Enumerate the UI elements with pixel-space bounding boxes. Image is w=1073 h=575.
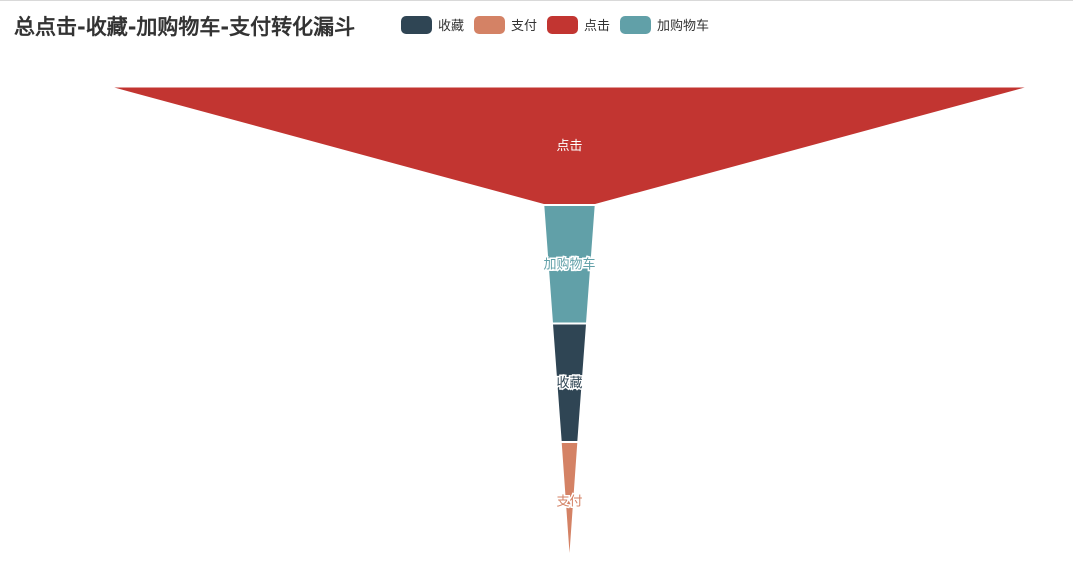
funnel-label-add-to-cart: 加购物车: [543, 256, 595, 272]
funnel-chart: 点击加购物车收藏支付: [110, 86, 1029, 561]
funnel-label-favorite: 收藏: [556, 376, 582, 391]
funnel-label-payment: 支付: [556, 494, 582, 509]
funnel-label-click: 点击: [556, 139, 582, 154]
